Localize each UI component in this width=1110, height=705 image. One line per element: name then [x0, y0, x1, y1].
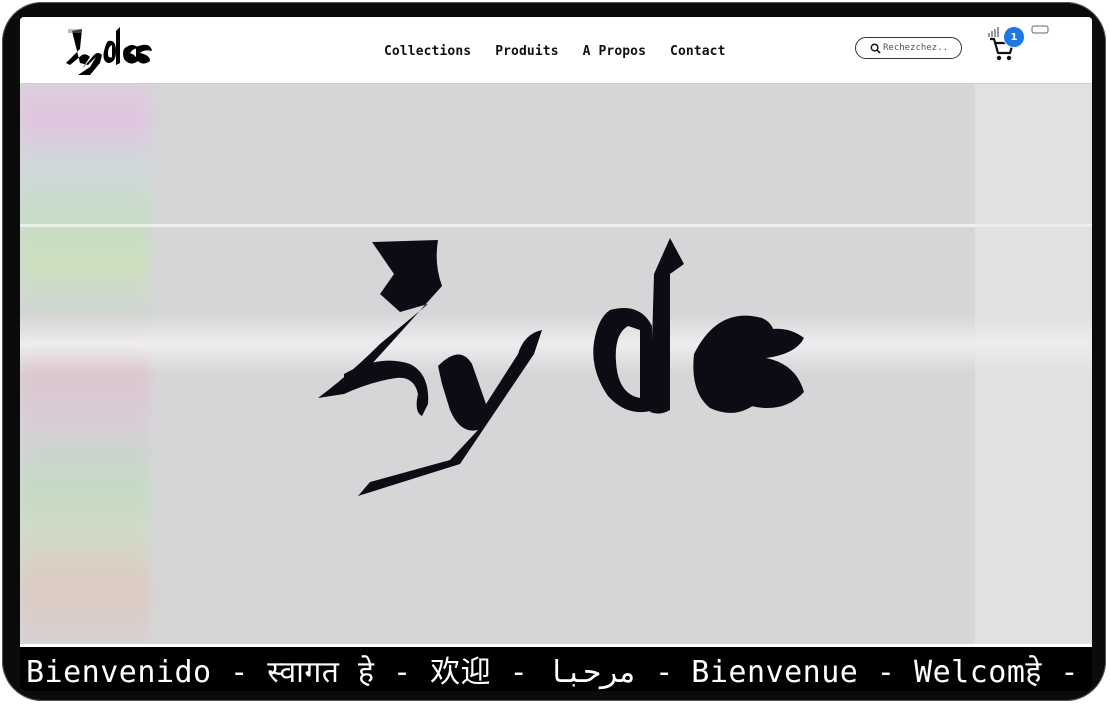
- hero-brand-logo: [318, 238, 804, 496]
- glitch-band: [20, 224, 1092, 227]
- search-icon: [870, 43, 881, 54]
- welcome-ticker: Bienvenido - स्वागत हे - 欢迎 - مرحبا - Bi…: [20, 647, 1092, 691]
- nav-produits[interactable]: Produits: [495, 44, 558, 59]
- search-input[interactable]: [883, 43, 959, 53]
- main-nav: Collections Produits A Propos Contact: [384, 44, 726, 59]
- ticker-text: Bienvenido - स्वागत हे - 欢迎 - مرحبا - Bi…: [26, 655, 1092, 690]
- hero-video: [20, 84, 1092, 644]
- site-header: Collections Produits A Propos Contact Re…: [20, 17, 1092, 84]
- browser-screen: Collections Produits A Propos Contact Re…: [20, 17, 1092, 691]
- search-box[interactable]: [855, 37, 962, 59]
- glitch-band: [975, 84, 1092, 644]
- nav-collections[interactable]: Collections: [384, 44, 471, 59]
- cart-count-badge: 1: [1004, 27, 1024, 47]
- nav-contact[interactable]: Contact: [670, 44, 726, 59]
- brand-logo[interactable]: [60, 23, 156, 77]
- nav-a-propos[interactable]: A Propos: [583, 44, 646, 59]
- device-frame: Collections Produits A Propos Contact Re…: [2, 2, 1106, 701]
